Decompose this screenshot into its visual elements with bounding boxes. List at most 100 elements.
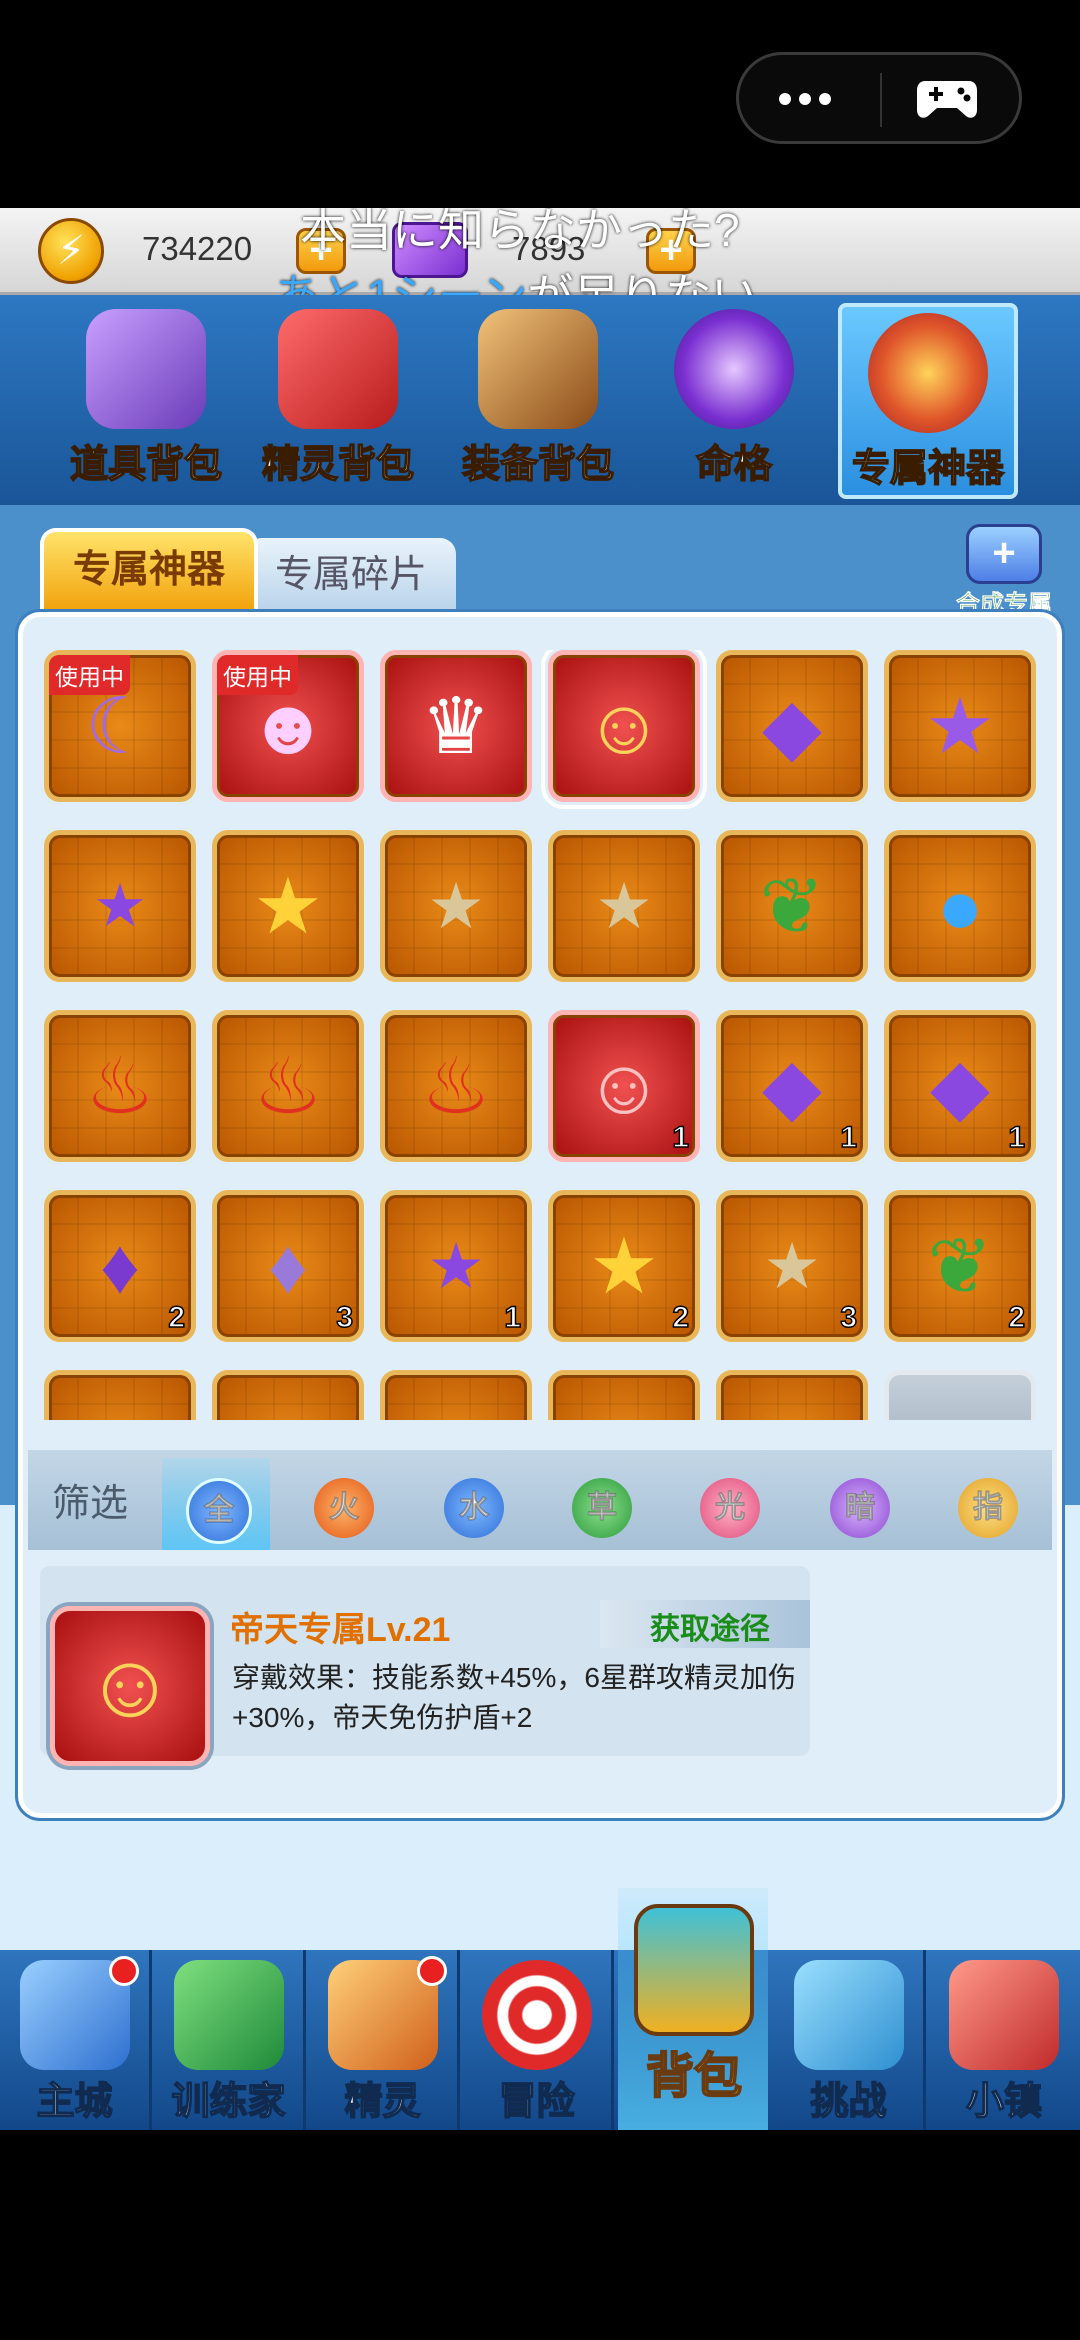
grid-item-selected[interactable]: ☺ [541, 650, 707, 809]
grid-item[interactable]: ♦ 3 [212, 1190, 364, 1342]
grid-item[interactable]: ★ 1 [380, 1190, 532, 1342]
grid-item[interactable] [212, 1370, 364, 1420]
crown-icon: ♛ [421, 682, 491, 770]
coin-icon: ⚡ [38, 218, 104, 284]
nav-trainer[interactable]: 训练家 [154, 1950, 306, 2130]
nav-label: 主城 [36, 2080, 114, 2124]
silver-star-icon: ★ [595, 870, 653, 942]
category-sprite-bag[interactable]: 精灵背包 [248, 309, 428, 489]
item-count: 1 [840, 1120, 858, 1155]
item-count: 3 [336, 1300, 354, 1335]
filter-light-button[interactable]: 光 [700, 1478, 760, 1538]
artifact-name: 帝天专属Lv.21 [230, 1611, 451, 1649]
grid-item[interactable]: ● [884, 830, 1036, 982]
grid-item-locked[interactable] [884, 1370, 1036, 1420]
sprite-bag-icon [278, 309, 398, 429]
exclusive-artifact-icon [868, 313, 988, 433]
nav-label: 小镇 [965, 2080, 1043, 2124]
filter-dark-button[interactable]: 暗 [830, 1478, 890, 1538]
nav-label: 训练家 [171, 2080, 287, 2124]
grid-item[interactable]: ♨ [380, 1010, 532, 1162]
artifact-grid: ☾ 使用中 ☻ 使用中 ♛ ☺ ◆ ★ ★ ★ ★ ★ ❦ ● ♨ ♨ ♨ ☺ 1 ◆… [40, 650, 1040, 1420]
map-pin-icon [793, 1960, 904, 2070]
game-screen: ⚡ 734220 + 7893 + 本当に知らなかった? あと1シーンが足りない… [0, 208, 1080, 2130]
grid-item[interactable]: ♨ [212, 1010, 364, 1162]
obtain-method-link[interactable]: 获取途径 [650, 1604, 770, 1648]
grid-item[interactable]: ★ [212, 830, 364, 982]
overlay-caption-1: 本当に知らなかった? [300, 208, 740, 256]
hero-portrait-icon: ☺ [584, 682, 664, 770]
grid-item[interactable]: ★ [44, 830, 196, 982]
grid-item[interactable]: ◆ 1 [884, 1010, 1036, 1162]
nav-town[interactable]: 小镇 [928, 1950, 1080, 2130]
gamepad-icon[interactable] [915, 77, 979, 128]
grid-item[interactable]: ♛ [380, 650, 532, 802]
coin-value: 734220 [142, 230, 253, 267]
grid-item[interactable]: ★ 2 [548, 1190, 700, 1342]
item-count: 1 [672, 1120, 690, 1155]
in-use-badge: 使用中 [49, 655, 130, 695]
filter-label: 筛选 [52, 1483, 129, 1525]
glove-icon [173, 1960, 284, 2070]
town-icon [949, 1960, 1059, 2070]
item-count: 3 [840, 1300, 858, 1335]
item-bag-icon [86, 309, 206, 429]
category-label: 命格 [695, 443, 773, 487]
category-bar: 道具背包 精灵背包 装备背包 命格 专属神器 [0, 295, 1080, 505]
grid-item[interactable]: ◆ [716, 650, 868, 802]
filter-water-button[interactable]: 水 [444, 1478, 504, 1538]
filter-grass-button[interactable]: 草 [572, 1478, 632, 1538]
gold-star-icon: ★ [253, 862, 323, 950]
grid-item[interactable]: ★ [884, 650, 1036, 802]
category-exclusive-artifact[interactable]: 专属神器 [838, 303, 1018, 499]
item-count: 2 [1008, 1300, 1026, 1335]
grid-item[interactable] [380, 1370, 532, 1420]
grid-item[interactable] [716, 1370, 868, 1420]
artifact-description: 穿戴效果：技能系数+45%，6星群攻精灵加伤+30%，帝天免伤护盾+2 [232, 1662, 796, 1733]
item-count: 2 [168, 1300, 186, 1335]
grid-item[interactable]: ★ [548, 830, 700, 982]
nav-label: 精灵 [344, 2080, 422, 2124]
category-label: 道具背包 [69, 443, 223, 487]
grid-item[interactable]: ★ [380, 830, 532, 982]
grid-item[interactable]: ☾ 使用中 [44, 650, 196, 802]
grid-item[interactable]: ☻ 使用中 [212, 650, 364, 802]
tab-exclusive-artifact[interactable]: 专属神器 [40, 528, 258, 612]
nav-label: 背包 [645, 2049, 743, 2104]
fate-orb-icon [674, 309, 794, 429]
notification-dot [109, 1956, 139, 1986]
category-item-bag[interactable]: 道具背包 [56, 309, 236, 489]
mini-program-capsule [736, 52, 1022, 144]
grid-item[interactable]: ♨ [44, 1010, 196, 1162]
category-equipment-bag[interactable]: 装备背包 [448, 309, 628, 489]
category-label: 装备背包 [461, 443, 615, 487]
filter-special-button[interactable]: 指 [958, 1478, 1018, 1538]
nav-sprite[interactable]: 精灵 [308, 1950, 460, 2130]
combine-exclusive-button[interactable]: + 合成专属 [956, 524, 1052, 619]
category-fate[interactable]: 命格 [644, 309, 824, 489]
grid-item[interactable]: ❦ 2 [884, 1190, 1036, 1342]
grid-item[interactable]: ☺ 1 [548, 1010, 700, 1162]
more-dots-icon[interactable] [779, 93, 831, 105]
nav-main-city[interactable]: 主城 [0, 1950, 152, 2130]
combine-plus-icon: + [966, 524, 1042, 584]
grid-item[interactable] [44, 1370, 196, 1420]
nav-challenge[interactable]: 挑战 [774, 1950, 926, 2130]
grid-item[interactable]: ❦ [716, 830, 868, 982]
hero-portrait-icon: ☺ [84, 1635, 176, 1736]
nav-backpack[interactable]: 背包 [618, 1894, 770, 2130]
equipment-bag-icon [478, 309, 598, 429]
tab-exclusive-fragments[interactable]: 专属碎片 [246, 538, 456, 612]
in-use-badge: 使用中 [217, 655, 298, 695]
grid-item[interactable]: ◆ 1 [716, 1010, 868, 1162]
filter-fire-button[interactable]: 火 [314, 1478, 374, 1538]
category-label: 精灵背包 [261, 443, 415, 487]
fire-icon: ♨ [421, 1042, 491, 1130]
grid-item[interactable] [548, 1370, 700, 1420]
nav-adventure[interactable]: 冒险 [462, 1950, 614, 2130]
filter-all-button[interactable]: 全 [186, 1478, 252, 1544]
nav-label: 挑战 [810, 2080, 888, 2124]
grid-item[interactable]: ★ 3 [716, 1190, 868, 1342]
grid-item[interactable]: ♦ 2 [44, 1190, 196, 1342]
item-count: 1 [1008, 1120, 1026, 1155]
